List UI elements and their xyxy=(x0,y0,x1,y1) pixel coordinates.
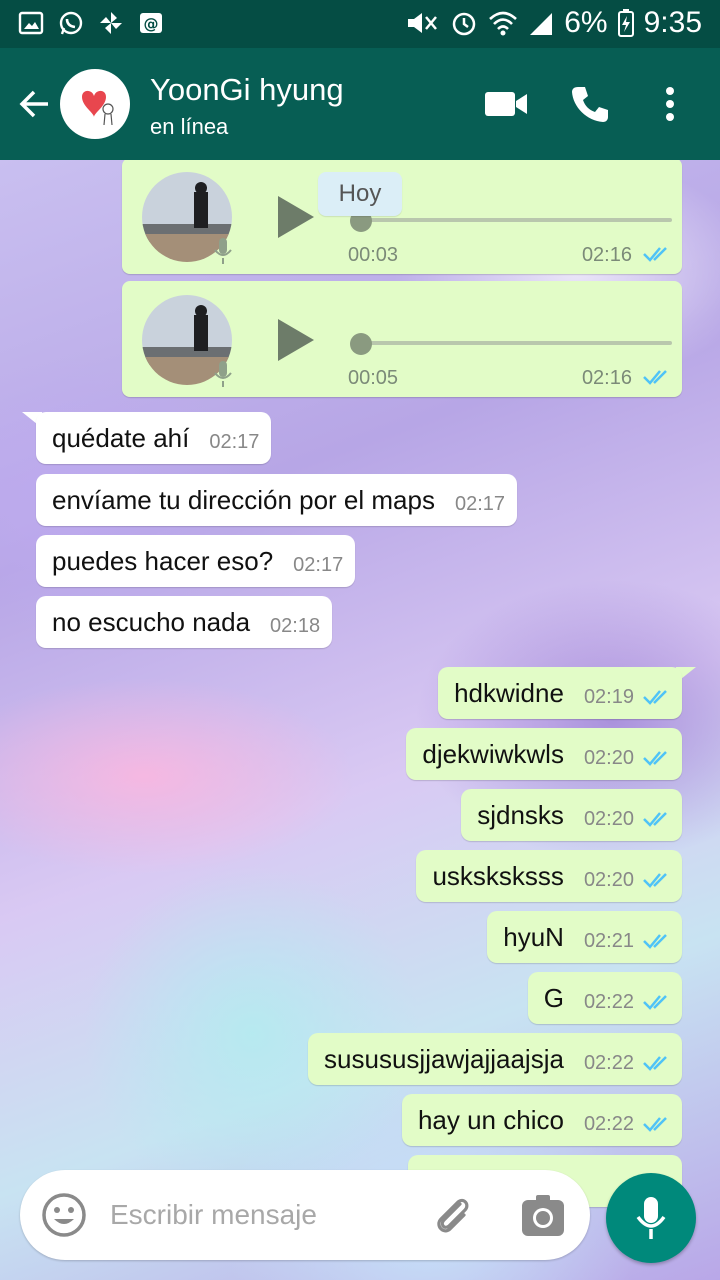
play-icon[interactable] xyxy=(274,194,316,240)
message-input[interactable] xyxy=(110,1190,410,1240)
voice-message[interactable]: 00:03 02:16 xyxy=(122,160,682,274)
message-time: 02:20 xyxy=(583,807,634,830)
email-notification-icon: @ xyxy=(140,13,162,33)
read-ticks-icon xyxy=(643,370,667,385)
contact-status: en línea xyxy=(150,114,229,139)
message-time: 02:18 xyxy=(270,614,321,637)
incoming-message[interactable]: no escucho nada 02:18 xyxy=(36,596,333,648)
attachment-icon[interactable] xyxy=(430,1192,476,1238)
message-text: hay un chico xyxy=(417,1104,564,1135)
read-ticks-icon xyxy=(643,1056,667,1071)
message-text: susususjjawjajjaajsja xyxy=(324,1043,564,1074)
incoming-message[interactable]: envíame tu dirección por el maps 02:17 xyxy=(36,474,518,526)
message-time: 02:22 xyxy=(583,990,634,1013)
gallery-notification-icon xyxy=(18,11,44,35)
outgoing-message[interactable]: djekwiwkwls 02:20 xyxy=(406,728,682,780)
message-time: 02:17 xyxy=(454,492,506,515)
mic-indicator-icon xyxy=(214,238,232,264)
read-ticks-icon xyxy=(643,1117,667,1132)
voice-duration: 00:03 xyxy=(348,244,399,266)
date-chip: Hoy xyxy=(318,172,402,216)
outgoing-message[interactable]: hdkwidne 02:19 xyxy=(438,667,682,719)
phone-icon xyxy=(572,87,608,122)
voice-seek-handle[interactable] xyxy=(350,333,372,355)
outgoing-message[interactable]: hyuN 02:21 xyxy=(487,911,682,963)
read-ticks-icon xyxy=(643,873,667,888)
read-ticks-icon xyxy=(643,751,667,766)
message-composer xyxy=(20,1170,590,1260)
outgoing-message[interactable]: G 02:22 xyxy=(527,972,682,1024)
incoming-message[interactable]: quédate ahí 02:17 xyxy=(36,412,272,464)
read-ticks-icon xyxy=(643,812,667,827)
message-text: G xyxy=(543,982,564,1013)
wifi-icon xyxy=(489,11,518,36)
contact-avatar[interactable] xyxy=(60,69,130,139)
message-text: sjdnsks xyxy=(477,799,564,830)
clock: 9:35 xyxy=(643,6,702,39)
alarm-icon xyxy=(453,12,476,36)
chat-area[interactable]: 00:03 02:16 Hoy 00:05 02:16 quédate ahí … xyxy=(0,160,720,1280)
video-call-button[interactable] xyxy=(482,80,530,128)
voice-message[interactable]: 00:05 02:16 xyxy=(122,281,682,397)
back-arrow-icon[interactable] xyxy=(16,86,52,122)
pinwheel-notification-icon xyxy=(100,12,122,34)
outgoing-message[interactable]: hay un chico 02:22 xyxy=(401,1094,682,1146)
outgoing-message[interactable]: usksksksss 02:20 xyxy=(416,850,682,902)
message-time: 02:16 xyxy=(581,367,632,389)
more-vert-icon xyxy=(666,87,674,121)
status-bar: @ 6% 9:35 xyxy=(0,0,720,48)
battery-percent: 6% xyxy=(564,6,608,39)
message-text: hyuN xyxy=(503,921,564,952)
battery-charging-icon xyxy=(617,9,634,37)
message-text: hdkwidne xyxy=(454,677,564,708)
mute-icon xyxy=(408,13,438,33)
message-time: 02:17 xyxy=(293,553,344,576)
voice-record-button[interactable] xyxy=(606,1173,696,1263)
message-text: djekwiwkwls xyxy=(422,738,564,769)
emoji-icon[interactable] xyxy=(40,1191,88,1239)
whatsapp-notification-icon xyxy=(59,11,83,35)
voice-call-button[interactable] xyxy=(566,80,614,128)
chat-header: YoonGi hyung en línea xyxy=(0,48,720,160)
message-text: quédate ahí xyxy=(52,422,190,453)
message-time: 02:17 xyxy=(209,430,260,453)
video-camera-icon xyxy=(485,92,527,116)
voice-duration: 00:05 xyxy=(348,367,399,389)
message-time: 02:20 xyxy=(583,746,634,769)
outgoing-message[interactable]: sjdnsks 02:20 xyxy=(461,789,682,841)
signal-icon xyxy=(530,13,553,35)
voice-progress-track[interactable] xyxy=(358,341,672,345)
read-ticks-icon xyxy=(643,934,667,949)
voice-progress-track[interactable] xyxy=(358,218,672,222)
camera-icon[interactable] xyxy=(520,1194,566,1238)
outgoing-message[interactable]: susususjjawjajjaajsja 02:22 xyxy=(308,1033,682,1085)
contact-name[interactable]: YoonGi hyung xyxy=(150,72,344,108)
message-time: 02:19 xyxy=(583,685,634,708)
message-time: 02:22 xyxy=(583,1051,634,1074)
message-time: 02:21 xyxy=(583,929,634,952)
message-text: envíame tu dirección por el maps xyxy=(52,484,435,515)
message-text: usksksksss xyxy=(432,860,564,891)
mic-indicator-icon xyxy=(214,361,232,387)
read-ticks-icon xyxy=(643,995,667,1010)
message-time: 02:16 xyxy=(581,244,632,266)
menu-button[interactable] xyxy=(646,80,694,128)
incoming-message[interactable]: puedes hacer eso? 02:17 xyxy=(36,535,356,587)
message-time: 02:22 xyxy=(583,1112,634,1135)
play-icon[interactable] xyxy=(274,317,316,363)
message-text: no escucho nada xyxy=(52,606,251,637)
read-ticks-icon xyxy=(643,247,667,262)
mic-icon xyxy=(636,1197,666,1239)
message-text: puedes hacer eso? xyxy=(52,545,274,576)
svg-text:@: @ xyxy=(144,15,159,33)
read-ticks-icon xyxy=(643,690,667,705)
message-time: 02:20 xyxy=(583,868,634,891)
